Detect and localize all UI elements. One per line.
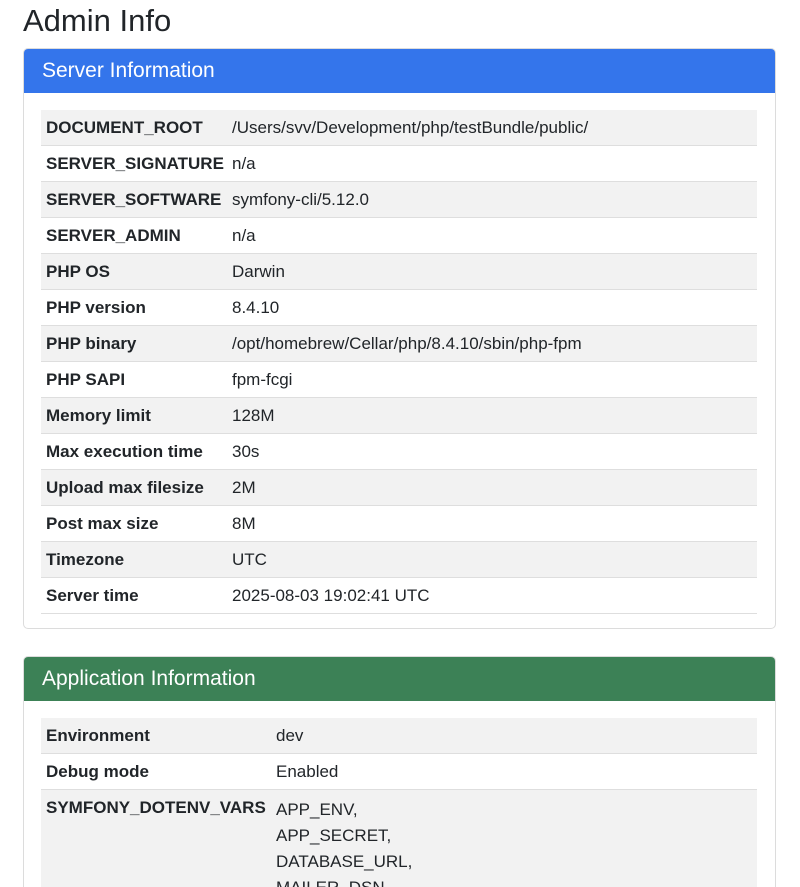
row-key: SERVER_ADMIN (46, 225, 181, 245)
row-key: SERVER_SIGNATURE (46, 153, 224, 173)
row-value: fpm-fcgi (232, 369, 293, 389)
row-value: 30s (232, 441, 260, 461)
row-key: DOCUMENT_ROOT (46, 117, 203, 137)
row-value: 8M (232, 513, 256, 533)
table-row-timezone: Timezone UTC (41, 541, 757, 578)
application-information-card: Application Information Environment dev De… (23, 656, 776, 887)
table-row-document-root: DOCUMENT_ROOT/Users/svv/Development/php/… (41, 110, 757, 146)
table-row-environment: Environment dev (41, 718, 757, 754)
row-key: Post max size (46, 513, 159, 533)
row-key: Max execution time (46, 441, 203, 461)
application-information-body: Environment dev Debug mode Enabled SYMFONY_D… (24, 701, 775, 887)
row-value: n/a (232, 153, 256, 173)
row-value: Enabled (276, 761, 339, 781)
row-key: SYMFONY_DOTENV_VARS (46, 798, 266, 817)
row-value: /opt/homebrew/Cellar/php/8.4.10/sbin/php… (232, 333, 582, 353)
table-row-server-software: SERVER_SOFTWARE symfony-cli/5.12.0 (41, 181, 757, 218)
application-information-header: Application Information (24, 657, 775, 701)
row-value: 128M (232, 405, 275, 425)
table-row-server-admin: SERVER_ADMIN n/a (41, 218, 757, 254)
dotenv-var: APP_ENV, (276, 800, 358, 819)
row-key: PHP OS (46, 261, 110, 281)
table-row-php-version: PHP version 8.4.10 (41, 290, 757, 326)
application-information-table: Environment dev Debug mode Enabled SYMFONY_D… (41, 718, 757, 887)
dotenv-var: APP_SECRET, (276, 826, 392, 845)
row-key: PHP binary (46, 333, 137, 353)
page-title: Admin Info (23, 3, 172, 38)
row-value: 2025-08-03 19:02:41 UTC (232, 585, 430, 605)
row-value: UTC (232, 549, 267, 569)
table-row-memory-limit: Memory limit 128M (41, 397, 757, 434)
row-key: SERVER_SOFTWARE (46, 189, 222, 209)
table-row-php-os: PHP OS Darwin (41, 253, 757, 290)
table-row-php-binary: PHP binary/opt/homebrew/Cellar/php/8.4.1… (41, 325, 757, 362)
row-key: Environment (46, 725, 150, 745)
table-row-php-sapi: PHP SAPI fpm-fcgi (41, 362, 757, 398)
table-row-symfony-dotenv-vars: SYMFONY_DOTENV_VARS APP_ENV, APP_SECRET, DA… (41, 789, 757, 887)
table-row-debug-mode: Debug mode Enabled (41, 754, 757, 790)
row-key: PHP SAPI (46, 369, 126, 389)
row-value: Darwin (232, 261, 285, 281)
row-value: /Users/svv/Development/php/testBundle/pu… (232, 117, 589, 137)
row-key: PHP version (46, 297, 146, 317)
row-value: 8.4.10 (232, 297, 280, 317)
server-information-card: Server Information DOCUMENT_ROOT/Users/s… (23, 48, 776, 629)
server-information-table: DOCUMENT_ROOT/Users/svv/Development/php/… (41, 110, 757, 614)
dotenv-var: DATABASE_URL, (276, 852, 413, 871)
server-information-body: DOCUMENT_ROOT/Users/svv/Development/php/… (24, 93, 775, 614)
row-value: n/a (232, 225, 256, 245)
row-key: Server time (46, 585, 139, 605)
row-value: 2M (232, 477, 256, 497)
table-row-post-max-size: Post max size 8M (41, 506, 757, 542)
table-row-server-time: Server time 2025-08-03 19:02:41 UTC (41, 578, 757, 614)
row-value-list: APP_ENV, APP_SECRET, DATABASE_URL, MAILER_D… (271, 790, 757, 887)
row-key: Timezone (46, 549, 125, 569)
row-key: Memory limit (46, 405, 151, 425)
row-key: Debug mode (46, 761, 149, 781)
row-value: symfony-cli/5.12.0 (232, 189, 369, 209)
admin-info-page: Admin Info Server Information DOCUMENT_R… (0, 0, 800, 887)
table-row-upload-max-filesize: Upload max filesize 2M (41, 469, 757, 506)
row-key: Upload max filesize (46, 477, 204, 497)
table-row-max-execution-time: Max execution time 30s (41, 434, 757, 470)
server-information-header: Server Information (24, 49, 775, 93)
dotenv-var: MAILER_DSN, (276, 875, 757, 887)
row-value: dev (276, 725, 304, 745)
table-row-server-signature: SERVER_SIGNATURE n/a (41, 146, 757, 182)
